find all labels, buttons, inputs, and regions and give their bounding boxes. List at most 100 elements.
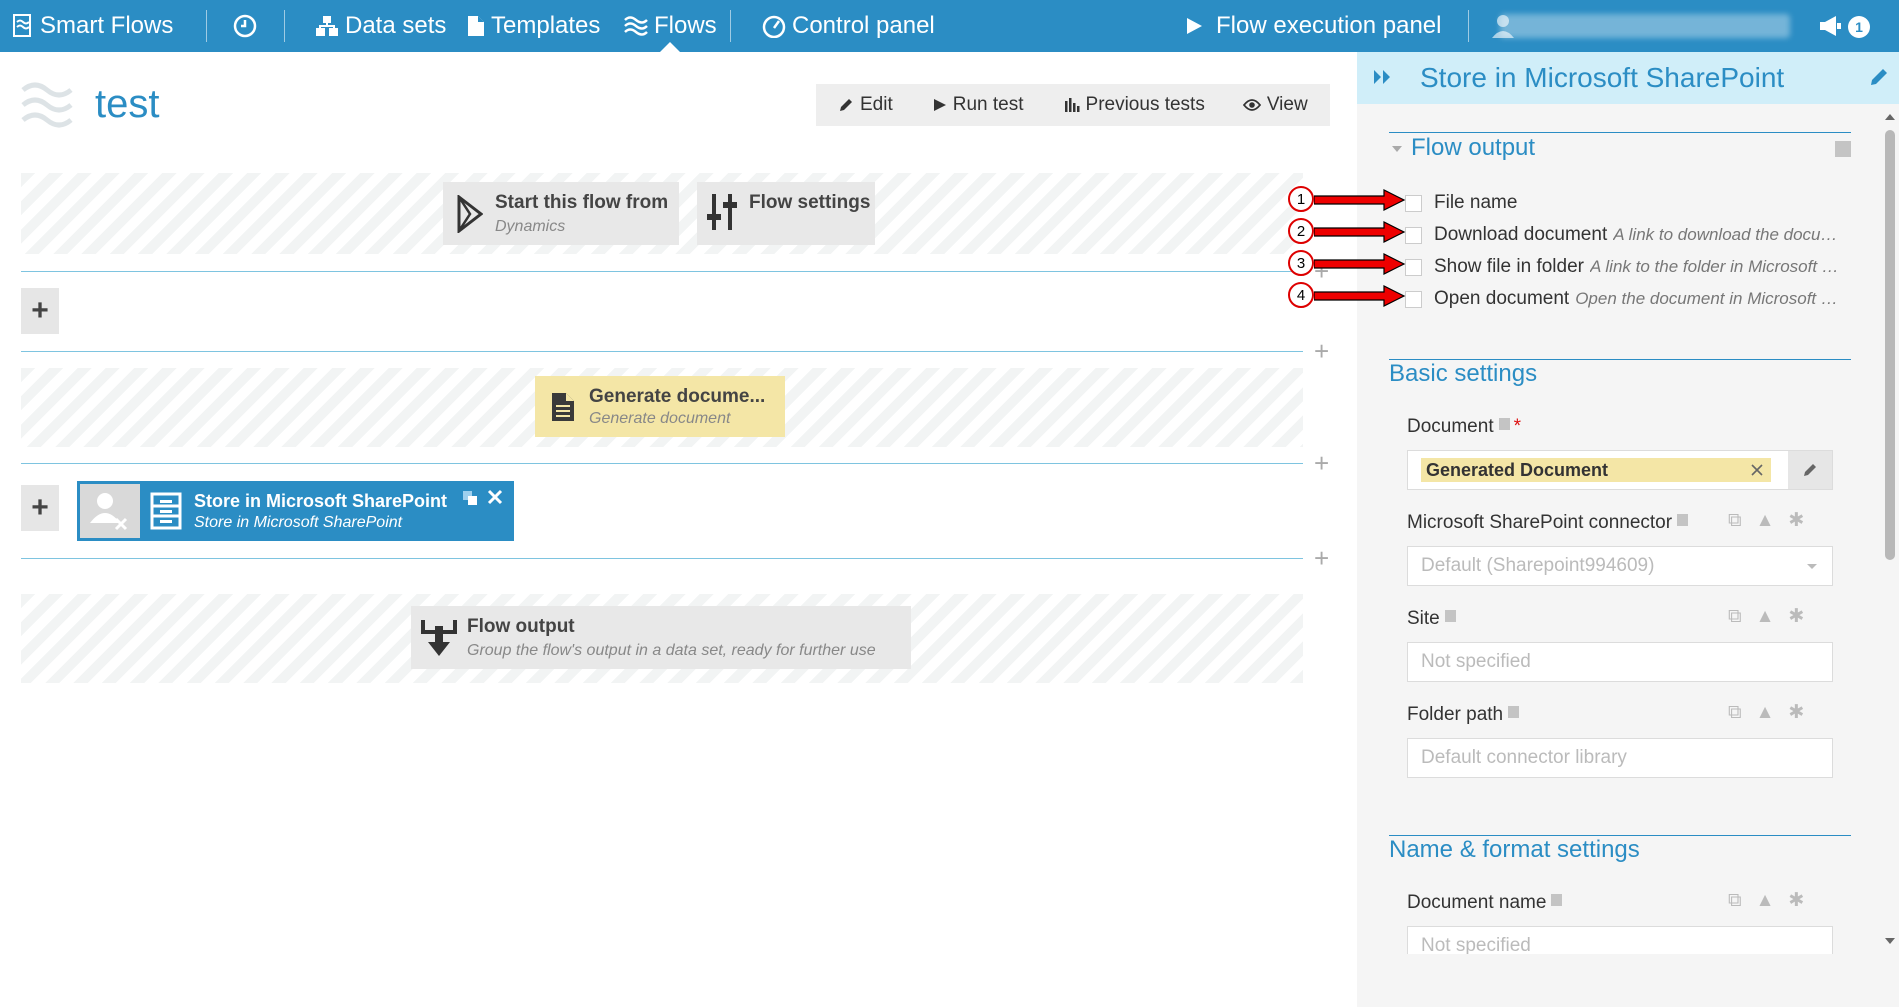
show-file-label: Show file in folder: [1434, 256, 1584, 277]
collapse-panel-icon[interactable]: [1373, 69, 1393, 85]
dashboard-icon: [762, 15, 786, 38]
connector-field-label: Microsoft SharePoint connector: [1407, 512, 1689, 534]
site-placeholder: Not specified: [1421, 651, 1531, 672]
info-icon[interactable]: [1835, 141, 1851, 157]
flow-execution-panel-link[interactable]: Flow execution panel: [1184, 0, 1441, 52]
open-document-checkbox[interactable]: [1405, 290, 1422, 308]
add-step-button[interactable]: +: [21, 288, 59, 334]
store-sharepoint-title: Store in Microsoft SharePoint: [194, 490, 448, 511]
nav-control-panel-label: Control panel: [792, 12, 935, 39]
show-file-desc: A link to the folder in Microsoft ShareP…: [1589, 257, 1845, 276]
section-divider: [1389, 132, 1851, 133]
flow-execution-panel-label: Flow execution panel: [1216, 12, 1442, 39]
dropdown-arrow-icon: [1807, 564, 1817, 569]
run-test-button[interactable]: Run test: [933, 94, 1024, 116]
document-select[interactable]: Generated Document: [1407, 450, 1833, 490]
add-step-right[interactable]: +: [1314, 545, 1329, 571]
link-icon[interactable]: ⧉: [1728, 890, 1742, 912]
annotation-callout-4: 4: [1288, 282, 1314, 308]
scrollbar-thumb[interactable]: [1885, 130, 1895, 560]
docname-field-icons: ⧉ ▲ ✱: [1728, 889, 1804, 912]
store-sharepoint-step[interactable]: Store in Microsoft SharePoint Store in M…: [77, 481, 514, 541]
add-step-right[interactable]: +: [1314, 338, 1329, 364]
info-icon[interactable]: [1551, 894, 1563, 906]
link-icon[interactable]: ⧉: [1728, 702, 1742, 724]
view-button[interactable]: View: [1242, 94, 1308, 116]
folder-placeholder: Default connector library: [1421, 747, 1627, 768]
asterisk-icon[interactable]: ✱: [1788, 605, 1804, 628]
info-icon[interactable]: [1508, 706, 1520, 718]
edit-document-button[interactable]: [1788, 451, 1832, 489]
flow-output-section-title[interactable]: Flow output: [1411, 134, 1535, 162]
scroll-down-arrow-icon[interactable]: [1883, 936, 1897, 946]
nav-templates[interactable]: Templates: [467, 0, 600, 52]
document-label-text: Document: [1407, 416, 1494, 437]
close-icon[interactable]: [487, 489, 503, 505]
document-name-input[interactable]: Not specified: [1407, 926, 1833, 954]
output-open-document-row[interactable]: Open document Open the document in Micro…: [1405, 287, 1845, 311]
person-icon[interactable]: ▲: [1756, 890, 1775, 912]
play-icon: [933, 99, 946, 111]
show-file-checkbox[interactable]: [1405, 258, 1422, 276]
site-input[interactable]: Not specified: [1407, 642, 1833, 682]
annotation-arrow-4: [1314, 285, 1406, 307]
scroll-up-arrow-icon[interactable]: [1883, 112, 1897, 122]
copy-icon[interactable]: [462, 490, 478, 506]
unassigned-user-box[interactable]: [80, 484, 140, 538]
previous-tests-button[interactable]: Previous tests: [1064, 94, 1205, 116]
connector-select-value: Default (Sharepoint994609): [1421, 555, 1655, 576]
start-flow-step[interactable]: Start this flow from Dynamics: [443, 182, 679, 245]
person-icon[interactable]: ▲: [1756, 510, 1775, 532]
flow-settings-step[interactable]: Flow settings: [697, 182, 875, 245]
document-tag[interactable]: Generated Document: [1421, 458, 1771, 482]
user-name-redacted[interactable]: [1500, 14, 1790, 38]
nav-data-sets[interactable]: Data sets: [315, 0, 446, 52]
basic-settings-title: Basic settings: [1389, 360, 1538, 387]
chevron-down-icon[interactable]: [1391, 145, 1403, 153]
output-download-document-row[interactable]: Download document A link to download the…: [1405, 223, 1845, 247]
person-icon[interactable]: ▲: [1756, 702, 1775, 724]
add-step-button[interactable]: +: [21, 485, 59, 531]
nav-divider: [1468, 10, 1469, 42]
nav-control-panel[interactable]: Control panel: [762, 0, 935, 52]
panel-footer: [1357, 955, 1899, 1007]
file-name-checkbox[interactable]: [1405, 194, 1422, 212]
panel-title: Store in Microsoft SharePoint: [1420, 62, 1785, 93]
generate-document-step[interactable]: Generate docume... Generate document: [535, 376, 785, 437]
edit-button[interactable]: Edit: [838, 94, 893, 116]
brand-link[interactable]: Smart Flows: [12, 0, 173, 52]
info-icon[interactable]: [1498, 418, 1510, 430]
download-document-checkbox[interactable]: [1405, 226, 1422, 244]
asterisk-icon[interactable]: ✱: [1788, 889, 1804, 912]
docname-placeholder: Not specified: [1421, 935, 1531, 954]
folder-path-input[interactable]: Default connector library: [1407, 738, 1833, 778]
connector-select[interactable]: Default (Sharepoint994609): [1407, 546, 1833, 586]
info-icon[interactable]: [1444, 610, 1456, 622]
page-title: test: [95, 82, 160, 126]
connector-field-icons: ⧉ ▲ ✱: [1728, 509, 1804, 532]
remove-tag-icon[interactable]: [1751, 464, 1763, 476]
link-icon[interactable]: ⧉: [1728, 606, 1742, 628]
person-icon[interactable]: ▲: [1756, 606, 1775, 628]
annotation-arrow-2: [1314, 221, 1406, 243]
output-show-file-row[interactable]: Show file in folder A link to the folder…: [1405, 255, 1845, 279]
add-step-right[interactable]: +: [1314, 450, 1329, 476]
download-document-desc: A link to download the document: [1613, 225, 1845, 244]
store-sharepoint-subtitle: Store in Microsoft SharePoint: [194, 513, 403, 531]
info-icon[interactable]: [1677, 514, 1689, 526]
output-file-name-row[interactable]: File name: [1405, 191, 1845, 215]
asterisk-icon[interactable]: ✱: [1788, 509, 1804, 532]
link-icon[interactable]: ⧉: [1728, 510, 1742, 532]
megaphone-icon[interactable]: [1818, 15, 1842, 37]
clock-icon: [233, 14, 257, 38]
notification-badge[interactable]: 1: [1848, 16, 1870, 38]
lane-divider: [21, 351, 1303, 352]
document-icon: [552, 392, 574, 421]
flow-output-step[interactable]: Flow output Group the flow's output in a…: [411, 606, 911, 669]
history-button[interactable]: [233, 0, 263, 52]
nav-divider: [206, 10, 207, 42]
nav-data-sets-label: Data sets: [345, 12, 447, 39]
generate-document-title: Generate docume...: [589, 385, 766, 407]
asterisk-icon[interactable]: ✱: [1788, 701, 1804, 724]
edit-title-pencil-icon[interactable]: [1869, 67, 1889, 87]
